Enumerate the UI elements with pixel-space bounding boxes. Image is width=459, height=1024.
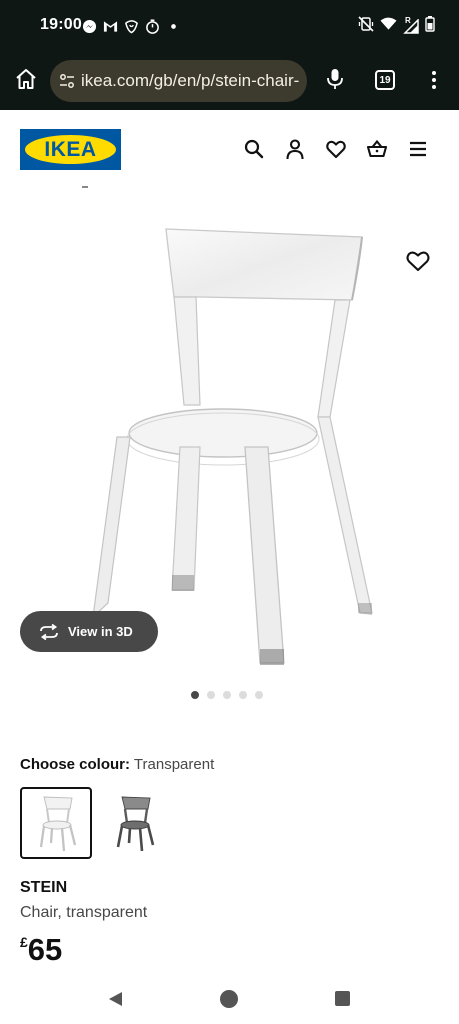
back-triangle-icon	[109, 992, 122, 1006]
product-description: Chair, transparent	[20, 904, 148, 921]
screen: 19:00 R ikea.com/gb/en/p/stein-chair- 19…	[0, 0, 459, 1024]
wifi-icon	[380, 16, 397, 36]
colour-swatch-dark-grey[interactable]	[96, 787, 168, 859]
carousel-dot[interactable]	[239, 691, 247, 699]
more-vert-icon	[432, 71, 436, 89]
url-text: ikea.com/gb/en/p/stein-chair-	[81, 71, 300, 90]
home-icon	[16, 69, 36, 89]
signal-icon: R	[403, 15, 419, 34]
product-price: £65	[20, 932, 62, 968]
view-in-3d-label: View in 3D	[68, 624, 133, 639]
rotate-3d-icon	[40, 623, 58, 640]
notification-icons	[82, 16, 181, 36]
logo-text: IKEA	[44, 137, 97, 161]
browser-home-button[interactable]	[14, 67, 38, 91]
price-value: 65	[27, 932, 63, 967]
status-bar: 19:00 R	[0, 0, 459, 52]
add-to-favourites-button[interactable]	[405, 249, 431, 273]
status-time: 19:00	[40, 16, 82, 33]
carousel-dot[interactable]	[191, 691, 199, 699]
voice-search-button[interactable]	[324, 67, 346, 91]
heart-outline-icon	[406, 251, 430, 272]
system-navigation-bar	[0, 974, 459, 1024]
browser-toolbar: ikea.com/gb/en/p/stein-chair- 19	[0, 52, 459, 110]
basket-icon[interactable]	[366, 138, 388, 160]
colour-selector-label: Choose colour: Transparent	[20, 756, 214, 773]
carousel-dot[interactable]	[207, 691, 215, 699]
choose-colour-label: Choose colour:	[20, 756, 131, 773]
image-carousel-indicator	[191, 691, 263, 699]
gmail-icon	[103, 19, 118, 34]
back-button[interactable]	[106, 990, 124, 1008]
tab-switcher-button[interactable]: 19	[375, 70, 395, 90]
transparent-chair-thumbnail	[39, 796, 77, 852]
recents-button[interactable]	[335, 991, 350, 1006]
product-name: STEIN	[20, 879, 68, 896]
dot-icon	[166, 19, 181, 34]
product-image[interactable]	[0, 205, 459, 675]
account-icon[interactable]	[284, 138, 306, 160]
ikea-logo[interactable]: IKEA	[20, 129, 121, 170]
microphone-icon	[327, 69, 343, 89]
carousel-dot[interactable]	[255, 691, 263, 699]
timer-icon	[145, 18, 160, 34]
view-in-3d-button[interactable]: View in 3D	[20, 611, 158, 652]
home-button[interactable]	[220, 990, 238, 1008]
site-header: IKEA	[0, 110, 459, 186]
messenger-icon	[82, 19, 97, 34]
scroll-indicator	[82, 186, 88, 188]
dark-grey-chair-thumbnail	[116, 796, 155, 852]
mute-vibrate-icon	[358, 15, 374, 37]
address-bar[interactable]: ikea.com/gb/en/p/stein-chair-	[50, 60, 307, 102]
do-not-disturb-icon	[124, 19, 139, 34]
selected-colour-value: Transparent	[133, 756, 215, 773]
battery-icon	[425, 15, 435, 37]
hamburger-menu-icon[interactable]	[407, 138, 429, 160]
site-settings-icon[interactable]	[58, 72, 76, 90]
carousel-dot[interactable]	[223, 691, 231, 699]
browser-menu-button[interactable]	[424, 68, 444, 92]
heart-icon[interactable]	[325, 138, 347, 160]
roaming-label: R	[405, 15, 411, 25]
search-icon[interactable]	[243, 138, 265, 160]
system-icons: R	[358, 15, 435, 37]
price-currency: £	[20, 934, 28, 950]
colour-swatch-transparent[interactable]	[20, 787, 92, 859]
transparent-chair-illustration	[92, 228, 373, 665]
